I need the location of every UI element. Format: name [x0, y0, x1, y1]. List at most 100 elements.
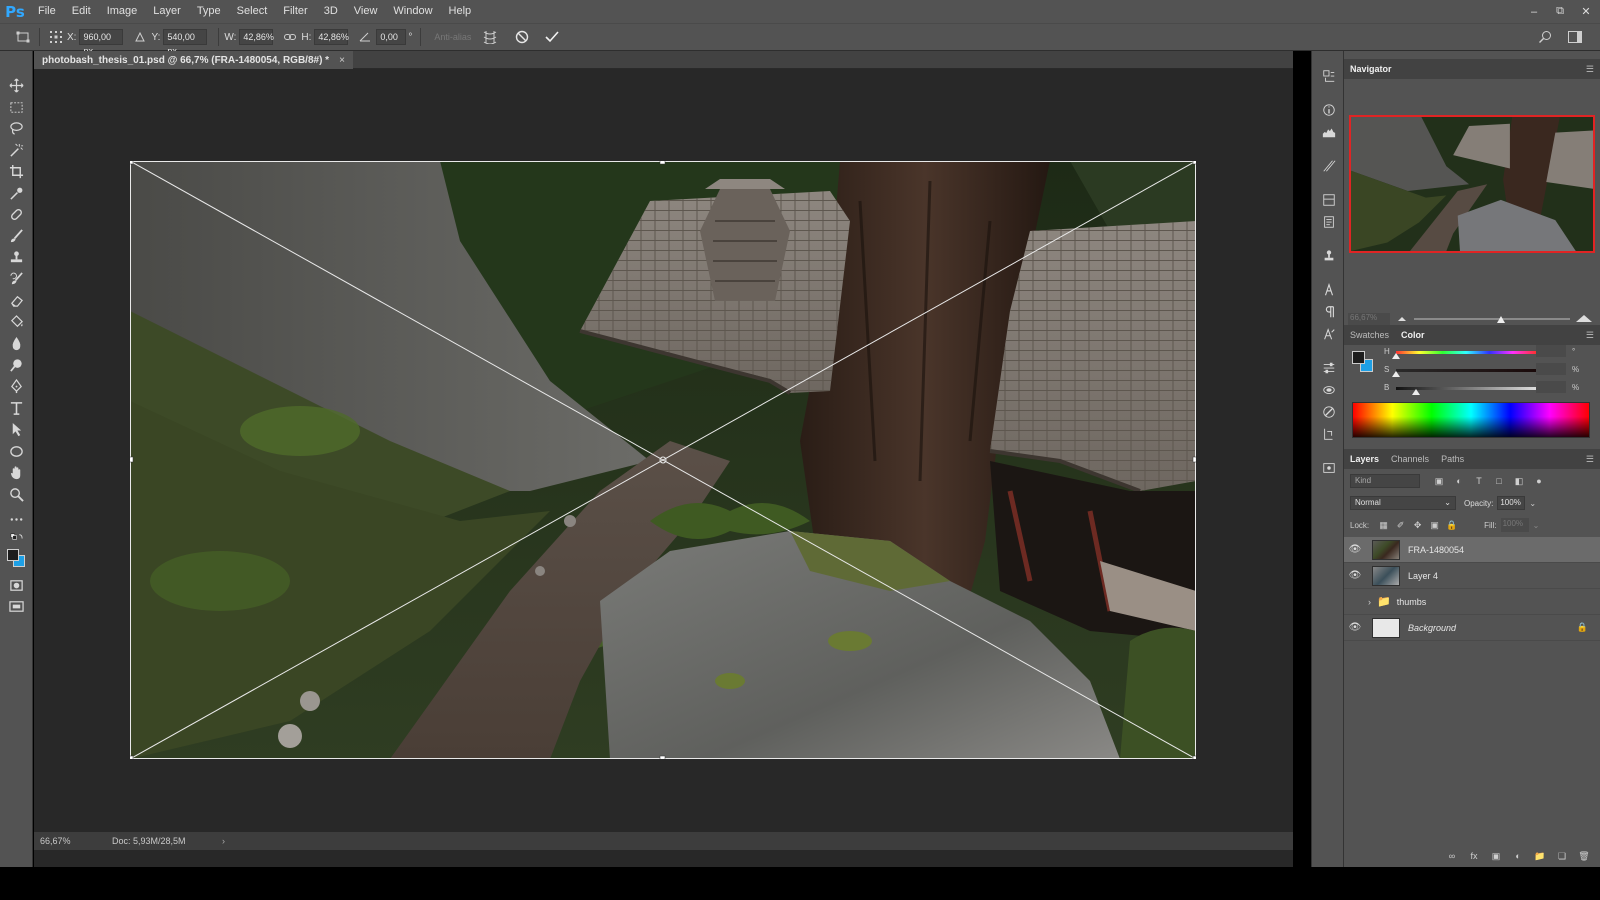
type-tool-icon[interactable]: [0, 398, 33, 420]
x-position-field[interactable]: 960,00 px: [79, 29, 124, 56]
hue-slider-thumb[interactable]: [1392, 353, 1400, 359]
foreground-color-swatch[interactable]: [7, 548, 19, 561]
saturation-value-field[interactable]: [1536, 363, 1566, 375]
dodge-tool-icon[interactable]: [0, 355, 33, 377]
info-icon[interactable]: [1312, 99, 1345, 121]
eyedropper-tool-icon[interactable]: [0, 183, 33, 205]
ellipse-tool-icon[interactable]: [0, 441, 33, 463]
antialias-checkbox[interactable]: Anti-alias: [434, 32, 471, 42]
menu-3d[interactable]: 3D: [316, 0, 346, 23]
lock-transparent-icon[interactable]: ▦: [1375, 518, 1392, 532]
move-tool-icon[interactable]: [0, 75, 33, 97]
menu-file[interactable]: File: [30, 0, 64, 23]
filter-pixel-icon[interactable]: ▣: [1430, 474, 1448, 488]
tab-color[interactable]: Color: [1401, 330, 1425, 340]
properties-icon[interactable]: [1312, 211, 1345, 233]
fill-field[interactable]: 100%: [1500, 518, 1529, 532]
hue-slider-track[interactable]: [1396, 351, 1536, 354]
layer-row[interactable]: › 📁 thumbs: [1344, 589, 1600, 615]
default-colors-icon[interactable]: [0, 531, 33, 545]
chevron-down-icon[interactable]: ⌄: [1529, 499, 1536, 508]
marquee-tool-icon[interactable]: [0, 97, 33, 119]
transform-tool-icon[interactable]: [12, 26, 34, 48]
restore-icon[interactable]: ⧉: [1552, 4, 1568, 20]
add-mask-icon[interactable]: ▣: [1488, 849, 1504, 863]
paint-bucket-tool-icon[interactable]: [0, 312, 33, 334]
color-panel-swatches[interactable]: [1352, 351, 1374, 373]
workspace-icon[interactable]: [1564, 26, 1586, 48]
tab-paths[interactable]: Paths: [1441, 454, 1464, 464]
glyphs-icon[interactable]: [1312, 323, 1345, 345]
panel-menu-icon[interactable]: ☰: [1586, 330, 1594, 341]
layer-name[interactable]: Background: [1408, 623, 1456, 633]
history-icon[interactable]: [1312, 65, 1345, 87]
tab-navigator[interactable]: Navigator: [1350, 64, 1392, 74]
hand-tool-icon[interactable]: [0, 462, 33, 484]
relative-position-icon[interactable]: [129, 26, 151, 48]
blur-tool-icon[interactable]: [0, 333, 33, 355]
libraries-icon[interactable]: [1312, 189, 1345, 211]
brush-tool-icon[interactable]: [0, 226, 33, 248]
adjustment-layer-icon[interactable]: ◐: [1510, 849, 1526, 863]
document-tab-title[interactable]: photobash_thesis_01.psd @ 66,7% (FRA-148…: [42, 55, 329, 66]
lock-artboard-icon[interactable]: ▣: [1426, 518, 1443, 532]
lock-position-icon[interactable]: ✥: [1409, 518, 1426, 532]
paragraph-icon[interactable]: [1312, 301, 1345, 323]
lock-all-icon[interactable]: 🔒: [1443, 518, 1460, 532]
lock-image-icon[interactable]: ✐: [1392, 518, 1409, 532]
minimize-icon[interactable]: –: [1526, 4, 1542, 20]
close-icon[interactable]: ✕: [1578, 4, 1594, 20]
new-layer-icon[interactable]: ❏: [1554, 849, 1570, 863]
pen-tool-icon[interactable]: [0, 376, 33, 398]
menu-window[interactable]: Window: [385, 0, 440, 23]
zoom-level[interactable]: 66,67%: [40, 836, 102, 846]
timeline-icon[interactable]: [1312, 401, 1345, 423]
menu-select[interactable]: Select: [229, 0, 276, 23]
visibility-eye-icon[interactable]: 👁: [1344, 544, 1366, 555]
document-tab-close-icon[interactable]: ×: [339, 55, 345, 66]
navigator-zoom-slider[interactable]: [1394, 313, 1594, 325]
navigator-zoom-field[interactable]: 66,67%: [1348, 313, 1390, 325]
filter-shape-icon[interactable]: □: [1490, 474, 1508, 488]
filter-adjustment-icon[interactable]: ◐: [1450, 474, 1468, 488]
link-icon[interactable]: [279, 26, 301, 48]
healing-brush-tool-icon[interactable]: [0, 204, 33, 226]
actions-icon[interactable]: [1312, 423, 1345, 445]
menu-image[interactable]: Image: [99, 0, 146, 23]
layer-name[interactable]: FRA-1480054: [1408, 545, 1464, 555]
layer-group-name[interactable]: thumbs: [1397, 597, 1427, 607]
clone-stamp-tool-icon[interactable]: [0, 247, 33, 269]
cancel-transform-icon[interactable]: [511, 26, 533, 48]
layer-row[interactable]: 👁 FRA-1480054: [1344, 537, 1600, 563]
tab-channels[interactable]: Channels: [1391, 454, 1429, 464]
tab-swatches[interactable]: Swatches: [1350, 330, 1389, 340]
warp-mode-icon[interactable]: [479, 26, 501, 48]
saturation-slider-thumb[interactable]: [1392, 371, 1400, 377]
screen-mode-icon[interactable]: [0, 596, 33, 618]
status-menu-arrow[interactable]: ›: [222, 836, 225, 846]
brush-settings-icon[interactable]: [1312, 155, 1345, 177]
more-tools-icon[interactable]: [0, 509, 33, 531]
magic-wand-tool-icon[interactable]: [0, 140, 33, 162]
canvas-image[interactable]: [130, 161, 1196, 759]
clone-source-icon[interactable]: [1312, 245, 1345, 267]
visibility-eye-icon[interactable]: 👁: [1344, 570, 1366, 581]
panel-menu-icon[interactable]: ☰: [1586, 454, 1594, 465]
hue-value-field[interactable]: [1536, 345, 1566, 357]
visibility-toggle-empty[interactable]: [1344, 596, 1366, 607]
reference-point-icon[interactable]: [45, 26, 67, 48]
width-field[interactable]: 42,86%: [239, 29, 274, 45]
new-group-icon[interactable]: 📁: [1532, 849, 1548, 863]
menu-layer[interactable]: Layer: [145, 0, 189, 23]
chevron-down-icon[interactable]: ⌄: [1533, 521, 1540, 530]
canvas[interactable]: [130, 161, 1196, 759]
layer-style-icon[interactable]: fx: [1466, 849, 1482, 863]
layer-row[interactable]: 👁 Layer 4: [1344, 563, 1600, 589]
saturation-slider-track[interactable]: [1396, 369, 1536, 372]
eraser-tool-icon[interactable]: [0, 290, 33, 312]
lasso-tool-icon[interactable]: [0, 118, 33, 140]
visibility-eye-icon[interactable]: 👁: [1344, 622, 1366, 633]
rotate-field[interactable]: 0,00: [376, 29, 407, 45]
history-brush-tool-icon[interactable]: [0, 269, 33, 291]
chevron-right-icon[interactable]: ›: [1368, 597, 1371, 607]
